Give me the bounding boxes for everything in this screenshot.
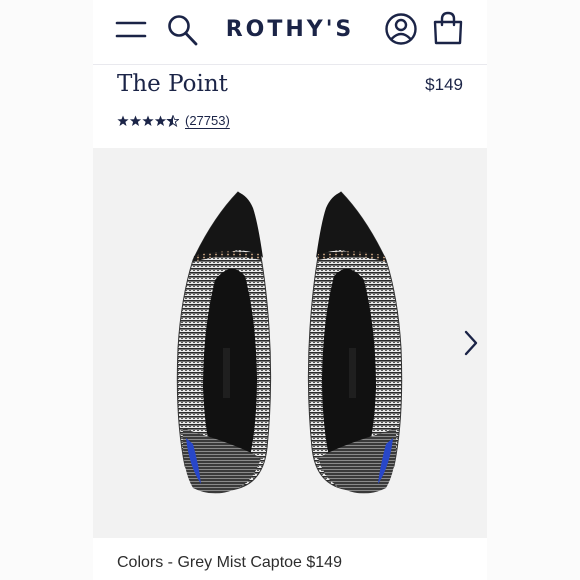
right-margin xyxy=(487,0,580,580)
product-price: $149 xyxy=(425,75,463,94)
left-margin xyxy=(0,0,93,580)
product-image-shoes xyxy=(93,148,487,538)
product-rating[interactable]: (27753) xyxy=(117,109,230,131)
account-icon[interactable] xyxy=(384,12,418,46)
listing-caption: Colors - Grey Mist Captoe $149 xyxy=(117,554,342,571)
header-divider xyxy=(93,64,487,65)
hamburger-menu-icon[interactable] xyxy=(115,15,147,45)
product-page: ROTHY'S The Point $149 (27753) Colors - … xyxy=(93,0,487,580)
search-icon[interactable] xyxy=(167,13,199,47)
screenshot-frame: ROTHY'S The Point $149 (27753) Colors - … xyxy=(0,0,580,580)
product-image-carousel[interactable] xyxy=(93,148,487,538)
site-header: ROTHY'S xyxy=(93,0,487,62)
brand-logo[interactable]: ROTHY'S xyxy=(217,15,363,45)
chevron-right-icon[interactable] xyxy=(461,328,481,358)
product-title: The Point xyxy=(117,71,228,97)
review-count-link[interactable]: (27753) xyxy=(185,113,230,128)
shopping-bag-icon[interactable] xyxy=(430,10,466,46)
star-rating-icon xyxy=(117,114,180,127)
